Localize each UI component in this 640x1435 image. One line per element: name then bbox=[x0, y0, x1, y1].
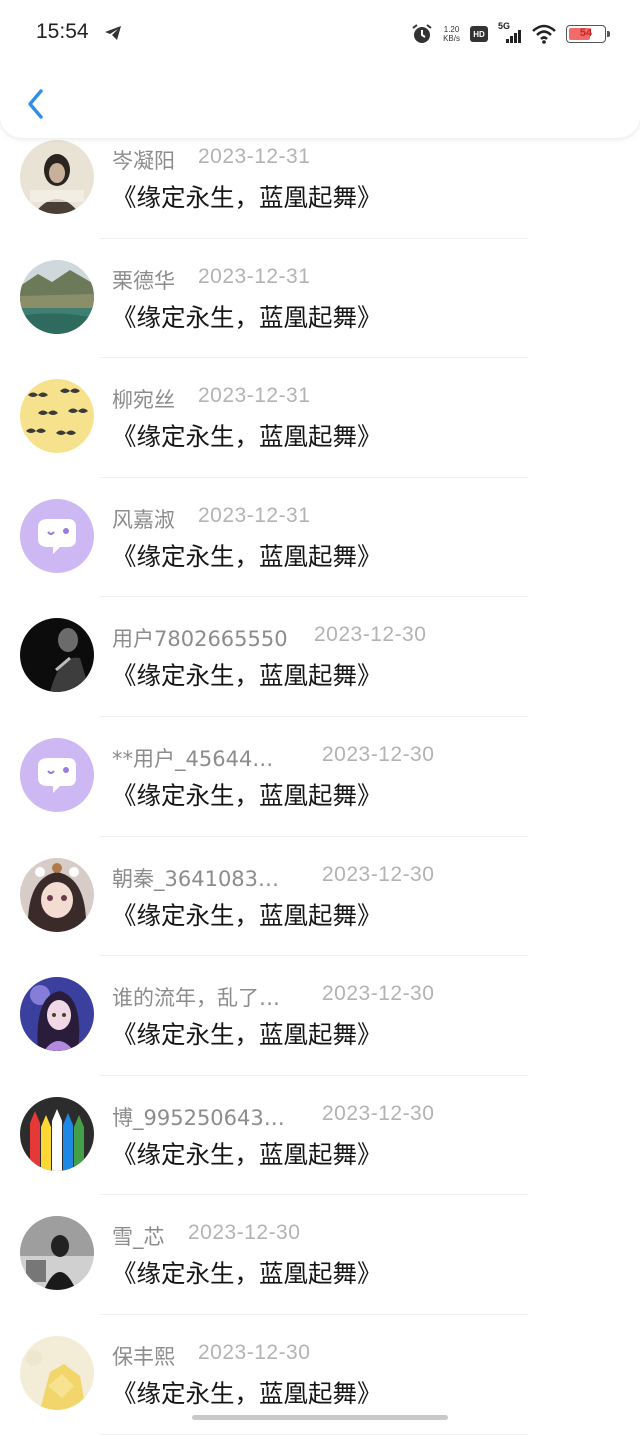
item-title: 《缘定永生，蓝凰起舞》 bbox=[112, 661, 382, 691]
avatar-bw-photo[interactable] bbox=[20, 1216, 94, 1291]
network-speed-value: 1.20 bbox=[443, 25, 460, 34]
item-title: 《缘定永生，蓝凰起舞》 bbox=[112, 900, 382, 930]
user-name: 谁的流年，乱了… bbox=[112, 986, 280, 1011]
user-name: 柳宛丝 bbox=[112, 388, 175, 413]
avatar-photo-girl[interactable] bbox=[20, 140, 94, 214]
back-button[interactable] bbox=[22, 86, 52, 122]
avatar-dark-photo[interactable] bbox=[20, 618, 94, 693]
post-date: 2023-12-30 bbox=[322, 742, 435, 766]
item-title: 《缘定永生，蓝凰起舞》 bbox=[112, 780, 382, 810]
avatar-default-chat-bubble[interactable] bbox=[20, 737, 94, 812]
home-indicator[interactable] bbox=[192, 1415, 448, 1420]
post-date: 2023-12-31 bbox=[198, 384, 311, 408]
list-item[interactable]: **用户_45644… 2023-12-30 《缘定永生，蓝凰起舞》 bbox=[0, 717, 640, 837]
list-item[interactable]: 用户7802665550 2023-12-30 《缘定永生，蓝凰起舞》 bbox=[0, 597, 640, 717]
avatar-anime-purple[interactable] bbox=[20, 977, 94, 1052]
avatar-landscape-lake[interactable] bbox=[20, 259, 94, 334]
network-type-label: 5G bbox=[498, 21, 511, 31]
avatar-color-pencils[interactable] bbox=[20, 1096, 94, 1171]
user-name: 博_995250643… bbox=[112, 1105, 285, 1130]
post-date: 2023-12-30 bbox=[188, 1221, 301, 1245]
cellular-signal-icon: 5G bbox=[498, 21, 522, 45]
divider bbox=[100, 1433, 528, 1435]
user-name: 用户7802665550 bbox=[112, 627, 288, 652]
user-name: 保丰熙 bbox=[112, 1344, 175, 1369]
item-title: 《缘定永生，蓝凰起舞》 bbox=[112, 422, 382, 452]
list-item[interactable]: 谁的流年，乱了… 2023-12-30 《缘定永生，蓝凰起舞》 bbox=[0, 956, 640, 1076]
post-date: 2023-12-30 bbox=[314, 623, 427, 647]
list-item[interactable]: 雪_芯 2023-12-30 《缘定永生，蓝凰起舞》 bbox=[0, 1195, 640, 1315]
post-date: 2023-12-31 bbox=[198, 503, 311, 527]
network-speed: 1.20 KB/s bbox=[443, 25, 460, 43]
item-title: 《缘定永生，蓝凰起舞》 bbox=[112, 1259, 382, 1289]
network-speed-unit: KB/s bbox=[443, 34, 460, 43]
battery-level: 54 bbox=[579, 27, 593, 39]
item-title: 《缘定永生，蓝凰起舞》 bbox=[112, 1378, 382, 1408]
avatar-anime-girl[interactable] bbox=[20, 857, 94, 932]
avatar-mustache-pattern[interactable] bbox=[20, 379, 94, 454]
list-item[interactable]: 栗德华 2023-12-31 《缘定永生，蓝凰起舞》 bbox=[0, 239, 640, 359]
top-header: 15:54 1.20 KB/s HD 5G 54 bbox=[0, 0, 640, 138]
user-list: 岑凝阳 2023-12-31 《缘定永生，蓝凰起舞》 栗德华 2023-12-3… bbox=[0, 119, 640, 1435]
user-name: 风嘉淑 bbox=[112, 507, 175, 532]
item-title: 《缘定永生，蓝凰起舞》 bbox=[112, 541, 382, 571]
item-title: 《缘定永生，蓝凰起舞》 bbox=[112, 302, 382, 332]
post-date: 2023-12-30 bbox=[198, 1340, 311, 1364]
alarm-clock-icon bbox=[412, 24, 432, 43]
avatar-default-chat-bubble[interactable] bbox=[20, 498, 94, 573]
item-title: 《缘定永生，蓝凰起舞》 bbox=[112, 1139, 382, 1169]
item-title: 《缘定永生，蓝凰起舞》 bbox=[112, 183, 382, 212]
list-item[interactable]: 风嘉淑 2023-12-31 《缘定永生，蓝凰起舞》 bbox=[0, 478, 640, 598]
telegram-icon bbox=[105, 26, 121, 40]
hd-badge: HD bbox=[470, 26, 488, 42]
list-item[interactable]: 博_995250643… 2023-12-30 《缘定永生，蓝凰起舞》 bbox=[0, 1076, 640, 1196]
battery-icon: 54 bbox=[566, 25, 610, 43]
clock-time: 15:54 bbox=[36, 20, 89, 43]
status-bar: 15:54 1.20 KB/s HD 5G 54 bbox=[0, 0, 640, 66]
post-date: 2023-12-31 bbox=[198, 145, 311, 168]
user-name: 栗德华 bbox=[112, 268, 175, 293]
list-item[interactable]: 朝秦_3641083… 2023-12-30 《缘定永生，蓝凰起舞》 bbox=[0, 837, 640, 957]
post-date: 2023-12-30 bbox=[322, 862, 435, 886]
wifi-icon bbox=[532, 24, 556, 44]
post-date: 2023-12-31 bbox=[198, 264, 311, 288]
post-date: 2023-12-30 bbox=[322, 982, 435, 1006]
user-name: **用户_45644… bbox=[112, 746, 274, 771]
avatar-yellow-flower[interactable] bbox=[20, 1335, 94, 1410]
user-name: 岑凝阳 bbox=[112, 149, 175, 173]
list-item[interactable]: 柳宛丝 2023-12-31 《缘定永生，蓝凰起舞》 bbox=[0, 358, 640, 478]
user-name: 雪_芯 bbox=[112, 1225, 165, 1250]
user-name: 朝秦_3641083… bbox=[112, 866, 280, 891]
post-date: 2023-12-30 bbox=[322, 1101, 435, 1125]
item-title: 《缘定永生，蓝凰起舞》 bbox=[112, 1020, 382, 1050]
